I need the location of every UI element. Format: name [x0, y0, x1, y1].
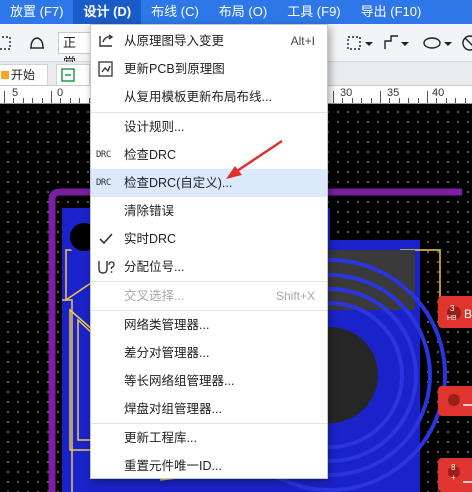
- drc-custom-icon: DRC: [96, 178, 111, 188]
- drc-icon: DRC: [96, 150, 111, 160]
- menu-item-label: 更新工程库...: [124, 431, 197, 445]
- ruler-tick: [464, 98, 466, 103]
- menu-item-shortcut: Shift+X: [275, 289, 315, 303]
- ruler-tick: [51, 91, 52, 103]
- ruler-tick: [69, 98, 71, 103]
- menu-item-pad-pair-manager[interactable]: 焊盘对组管理器...: [91, 395, 327, 423]
- ruler-tick: [351, 98, 353, 103]
- home-icon: [1, 71, 9, 79]
- tab-home[interactable]: 开始页: [0, 64, 48, 103]
- ruler-tick: [370, 98, 372, 103]
- ruler-tick: [436, 98, 438, 103]
- pcb-doc-icon: [61, 68, 75, 82]
- ruler-tick: [32, 98, 34, 103]
- tab-pcb[interactable]: [56, 64, 90, 85]
- menu-item-shortcut: Alt+I: [290, 34, 315, 48]
- menu-item-label: 从复用模板更新布局布线...: [124, 90, 272, 104]
- menu-item-label: 更新PCB到原理图: [124, 62, 225, 76]
- design-menu-dropdown: 从原理图导入变更 Alt+I 更新PCB到原理图 从复用模板更新布局布线... …: [90, 24, 328, 479]
- menu-item-cross-select[interactable]: 交叉选择... Shift+X: [91, 282, 327, 310]
- tool-icon[interactable]: [28, 33, 46, 53]
- menu-design[interactable]: 设计 (D): [73, 0, 142, 24]
- menu-item-label: 焊盘对组管理器...: [124, 402, 222, 416]
- checkmark-icon: [97, 231, 115, 247]
- select-box-icon[interactable]: [0, 33, 14, 53]
- ellipse-icon[interactable]: [422, 33, 456, 53]
- select-dropdown-icon[interactable]: [346, 33, 376, 53]
- menu-layout[interactable]: 布局 (O): [209, 0, 277, 24]
- mode-dropdown[interactable]: 正常: [58, 32, 92, 70]
- menu-item-label: 设计规则...: [124, 120, 185, 134]
- ruler-label: 40: [432, 87, 445, 99]
- menu-item-net-class-manager[interactable]: 网络类管理器...: [91, 311, 327, 339]
- menu-item-label: 检查DRC(自定义)...: [124, 176, 233, 190]
- pad-label: 8: [451, 463, 456, 472]
- ruler-tick: [398, 98, 400, 103]
- pad-label: 3: [450, 304, 455, 313]
- menu-item-check-drc-custom[interactable]: DRC 检查DRC(自定义)...: [91, 169, 327, 197]
- menu-item-import-changes[interactable]: 从原理图导入变更 Alt+I: [91, 27, 327, 55]
- ruler-tick: [22, 98, 24, 103]
- menu-item-update-schematic[interactable]: 更新PCB到原理图: [91, 55, 327, 83]
- ruler-tick: [361, 98, 363, 103]
- ruler-tick: [333, 91, 334, 103]
- assign-designator-icon: [97, 259, 115, 275]
- no-entry-icon[interactable]: [460, 33, 472, 53]
- menu-item-reset-component-id[interactable]: 重置元件唯一ID...: [91, 452, 327, 480]
- menu-item-update-from-template[interactable]: 从复用模板更新布局布线...: [91, 83, 327, 111]
- corner-line-icon[interactable]: [382, 33, 412, 53]
- pad-label: HB: [447, 315, 457, 322]
- menu-item-realtime-drc[interactable]: 实时DRC: [91, 225, 327, 253]
- update-schematic-icon: [97, 61, 115, 77]
- ruler-tick: [60, 98, 62, 103]
- pad-label: B: [464, 307, 472, 321]
- ruler-tick: [408, 98, 410, 103]
- menu-item-design-rules[interactable]: 设计规则...: [91, 113, 327, 141]
- menu-tools[interactable]: 工具 (F9): [277, 0, 350, 24]
- menu-item-label: 重置元件唯一ID...: [124, 459, 222, 473]
- ruler-tick: [79, 98, 81, 103]
- menu-item-assign-designator[interactable]: 分配位号...: [91, 253, 327, 281]
- menu-bar: 放置 (F7) 设计 (D) 布线 (C) 布局 (O) 工具 (F9) 导出 …: [0, 0, 472, 24]
- menu-export[interactable]: 导出 (F10): [351, 0, 432, 24]
- menu-item-label: 交叉选择...: [124, 289, 185, 303]
- ruler-tick: [41, 98, 43, 103]
- menu-item-label: 实时DRC: [124, 232, 177, 246]
- ruler-tick: [417, 98, 419, 103]
- menu-item-label: 差分对管理器...: [124, 346, 210, 360]
- ruler-tick: [380, 91, 381, 103]
- menu-item-label: 等长网络组管理器...: [124, 374, 235, 388]
- menu-item-clear-errors[interactable]: 清除错误: [91, 197, 327, 225]
- ruler-tick: [4, 91, 5, 103]
- menu-route[interactable]: 布线 (C): [141, 0, 209, 24]
- ruler-tick: [455, 98, 457, 103]
- pad-label: +: [451, 473, 456, 482]
- ruler-tick: [13, 98, 15, 103]
- menu-item-label: 清除错误: [124, 204, 175, 218]
- ruler-tick: [427, 91, 428, 103]
- ruler-tick: [445, 98, 447, 103]
- menu-item-label: 从原理图导入变更: [124, 34, 225, 48]
- menu-item-label: 分配位号...: [124, 260, 185, 274]
- menu-item-label: 检查DRC: [124, 148, 177, 162]
- ruler-tick: [389, 98, 391, 103]
- menu-item-diff-pair-manager[interactable]: 差分对管理器...: [91, 339, 327, 367]
- annotation-arrow-icon: [226, 139, 283, 179]
- import-icon: [97, 33, 115, 49]
- menu-item-label: 网络类管理器...: [124, 318, 210, 332]
- ruler-tick: [342, 98, 344, 103]
- menu-item-update-project-library[interactable]: 更新工程库...: [91, 424, 327, 452]
- menu-item-equal-length-manager[interactable]: 等长网络组管理器...: [91, 367, 327, 395]
- menu-item-check-drc[interactable]: DRC 检查DRC: [91, 141, 327, 169]
- menu-place[interactable]: 放置 (F7): [0, 0, 73, 24]
